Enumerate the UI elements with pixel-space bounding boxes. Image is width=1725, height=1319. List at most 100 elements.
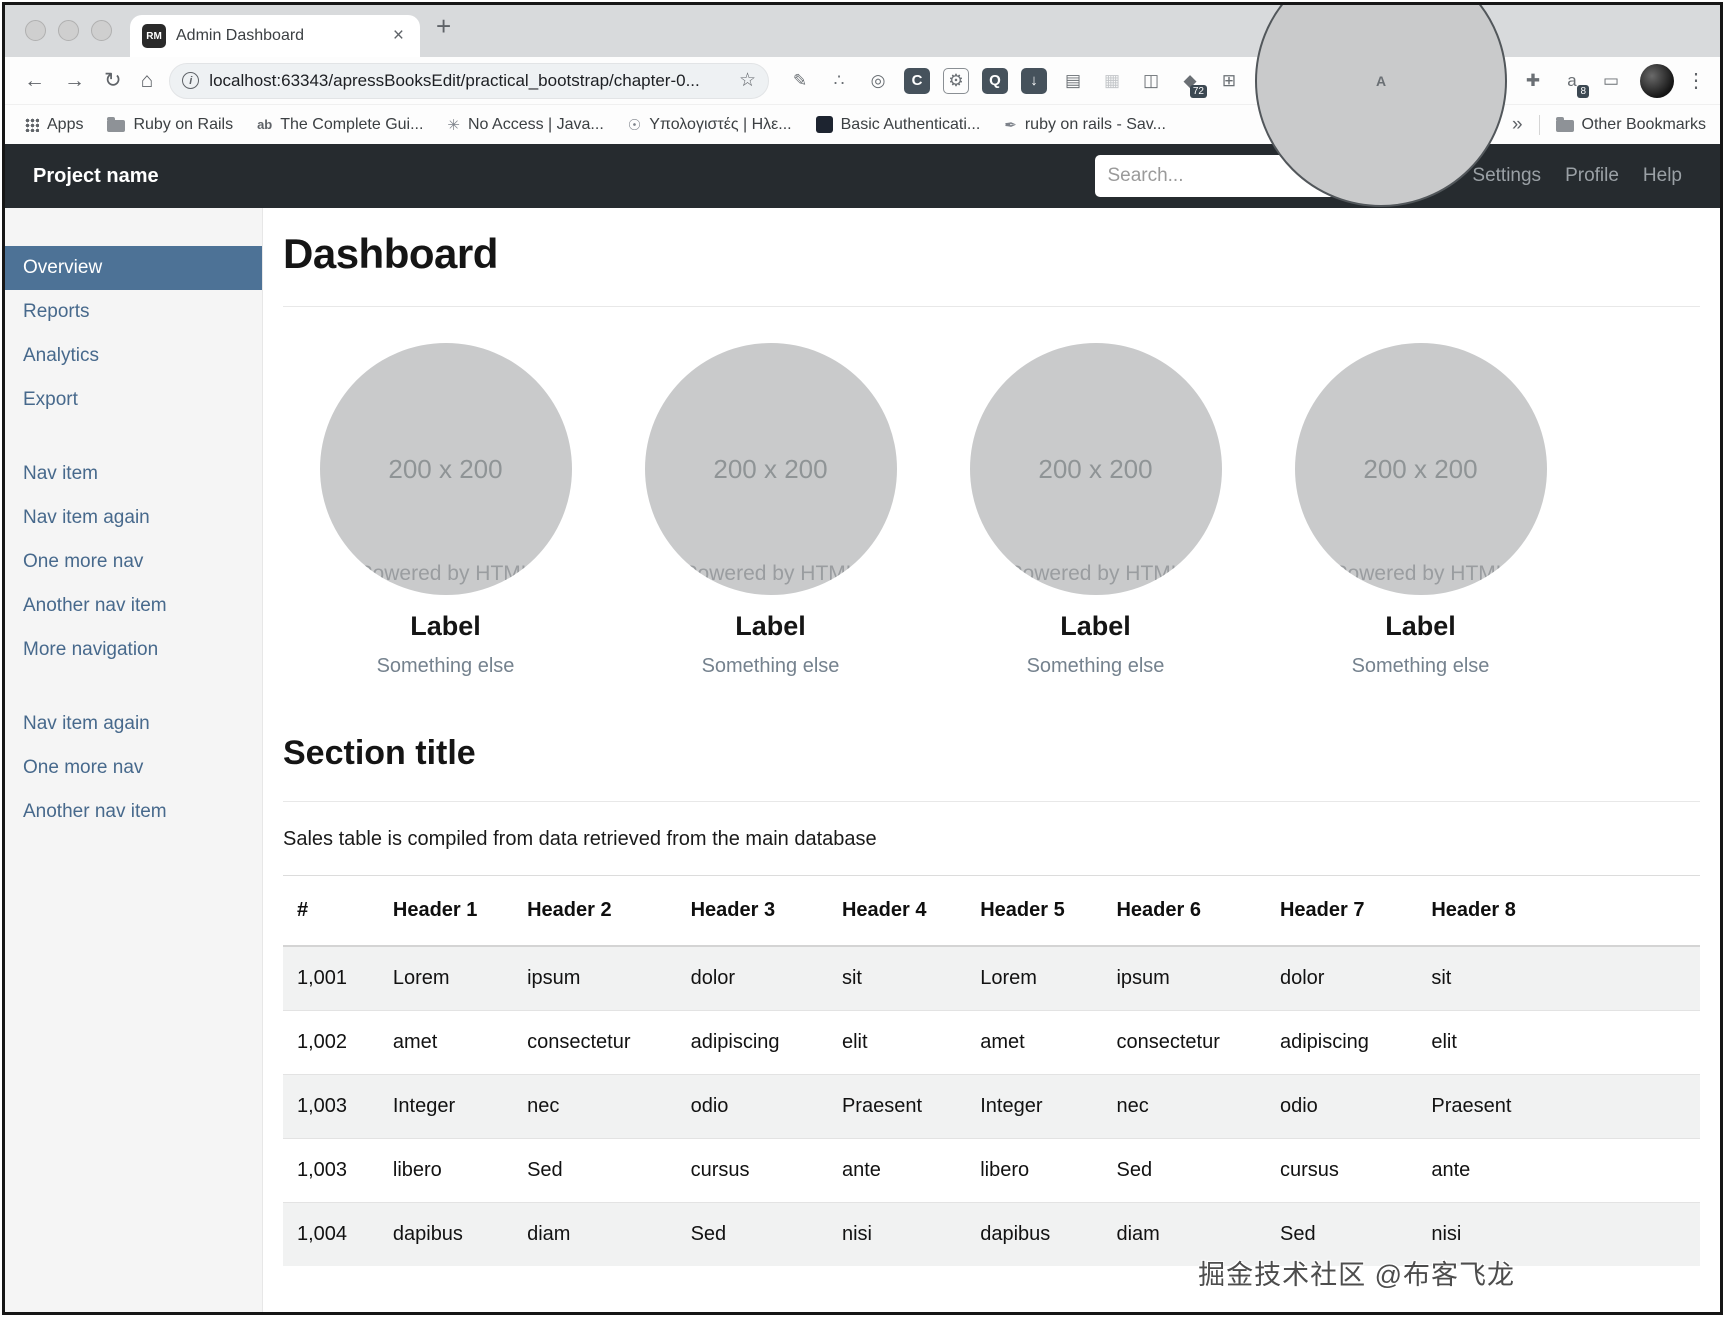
bookmark-label: Ruby on Rails (133, 115, 234, 133)
tab-close-icon[interactable]: × (389, 25, 408, 47)
table-header-cell: Header 2 (513, 875, 677, 947)
bookmark-label: ruby on rails - Sav... (1024, 115, 1166, 133)
grid-icon[interactable]: ▦ (1099, 68, 1125, 94)
pen-icon: ✒ (1004, 116, 1017, 134)
web-clipper-icon[interactable]: ⊞ (1216, 68, 1242, 94)
browser-tab[interactable]: RM Admin Dashboard × (130, 15, 420, 57)
bookmarks-right: » Other Bookmarks (1512, 114, 1720, 136)
placeholder-size-label: 200 x 200 (388, 453, 503, 484)
home-icon[interactable]: ⌂ (141, 70, 154, 91)
table-cell: ante (827, 1138, 967, 1203)
rubymine-favicon: RM (142, 24, 166, 48)
placeholder-cards: 200 x 200 Powered by HTML Label Something e… (283, 343, 1700, 678)
bookmark-item[interactable]: Apps (25, 116, 83, 134)
maximize-button[interactable] (91, 20, 112, 41)
profile-avatar[interactable] (1640, 63, 1674, 98)
table-cell: dolor (1265, 945, 1418, 1011)
new-tab-button[interactable]: + (436, 13, 451, 39)
table-header-cell: Header 4 (827, 875, 967, 947)
page-info-icon[interactable]: i (182, 72, 200, 89)
table-cell: ante (1417, 1138, 1700, 1203)
bookmarks-overflow-icon[interactable]: » (1512, 114, 1523, 136)
reading-list-icon[interactable]: ▭ (1598, 68, 1624, 94)
table-cell: diam (513, 1202, 677, 1266)
video-downloader-icon-glyph: ↓ (1030, 72, 1038, 89)
bookmark-label: Υπολογιστές | Ηλε... (649, 115, 792, 133)
share-graph-icon[interactable]: ∴ (826, 68, 852, 94)
sidebar-item[interactable]: More navigation (5, 628, 262, 672)
page-title: Dashboard (283, 230, 498, 277)
table-header-cell: # (283, 875, 379, 947)
table-cell: cursus (1265, 1138, 1418, 1203)
tag-icon[interactable]: ◆ 72 (1177, 68, 1207, 98)
table-header-cell: Header 6 (1102, 875, 1266, 947)
placeholder-card: 200 x 200 Powered by HTML Label Something e… (1258, 343, 1583, 678)
sidebar-item[interactable]: Reports (5, 290, 262, 334)
table-cell: 1,004 (283, 1202, 379, 1266)
sidebar-item[interactable]: Analytics (5, 334, 262, 378)
snowflake-icon: ✳ (447, 116, 460, 134)
table-cell: dapibus (378, 1202, 514, 1266)
sidebar-item[interactable]: Nav item again (5, 702, 262, 746)
forward-icon[interactable]: → (64, 70, 85, 91)
address-bar[interactable]: i localhost:63343/apressBooksEdit/practi… (169, 62, 769, 99)
chrome-menu-icon[interactable]: ⋮ (1686, 68, 1706, 93)
navbar-link-help[interactable]: Help (1631, 165, 1694, 187)
sidebar-item[interactable]: Another nav item (5, 584, 262, 628)
table-cell: elit (827, 1010, 967, 1075)
table-cell: Sed (513, 1138, 677, 1203)
sidebar-item[interactable]: Export (5, 378, 262, 422)
navbar-link-settings[interactable]: Settings (1460, 165, 1553, 187)
table-cell: odio (676, 1074, 828, 1139)
main-content: Dashboard 200 x 200 Powered by HTML Label S… (263, 208, 1720, 1312)
sidebar-item[interactable]: Another nav item (5, 790, 262, 834)
table-cell: cursus (676, 1138, 828, 1203)
page-body: Overview Reports Analytics Export Nav item Na… (5, 208, 1720, 1312)
sidebar-item[interactable]: One more nav (5, 746, 262, 790)
bookmark-label: Basic Authenticati... (840, 115, 981, 133)
sidebar-item[interactable]: Nav item again (5, 496, 262, 540)
table-cell: Sed (1102, 1138, 1266, 1203)
reload-icon[interactable]: ↻ (104, 70, 122, 91)
bookmark-item[interactable]: ab The Complete Gui... (257, 116, 423, 134)
bookmark-label: Apps (47, 115, 84, 133)
move-tool-icon[interactable]: ✚ (1520, 68, 1546, 94)
bookmark-item[interactable]: ☉ Υπολογιστές | Ηλε... (628, 116, 792, 134)
url-text[interactable]: localhost:63343/apressBooksEdit/practica… (209, 71, 739, 91)
bookmark-item[interactable]: Basic Authenticati... (815, 115, 981, 134)
bookmark-item[interactable]: Ruby on Rails (107, 116, 233, 134)
opera-icon-glyph: ◎ (870, 70, 886, 90)
card-label: Label (410, 611, 481, 641)
video-downloader-icon[interactable]: ↓ (1021, 67, 1047, 94)
colorzilla-icon[interactable]: C (904, 67, 930, 94)
translate-icon-badge: 8 (1577, 84, 1589, 98)
placeholder-image: 200 x 200 Powered by HTML (644, 343, 897, 595)
eyedropper-icon[interactable]: ✎ (787, 68, 813, 94)
table-header-cell: Header 8 (1417, 875, 1700, 947)
translate-icon[interactable]: a8 (1559, 68, 1589, 98)
lighthouse-icon[interactable]: Q (982, 67, 1008, 94)
chat-icon[interactable]: ◫ (1138, 68, 1164, 94)
table-description: Sales table is compiled from data retrie… (283, 828, 877, 850)
sidebar-item[interactable]: Nav item (5, 452, 262, 496)
screenshot-icon[interactable]: ▤ (1060, 68, 1086, 94)
brand[interactable]: Project name (33, 165, 159, 188)
table-cell: sit (1417, 945, 1700, 1011)
bookmark-item[interactable]: ✒ ruby on rails - Sav... (1004, 116, 1166, 134)
sidebar-item[interactable]: One more nav (5, 540, 262, 584)
back-icon[interactable]: ← (24, 70, 45, 91)
accessibility-icon-glyph: A (1375, 72, 1387, 89)
sidebar-item[interactable]: Overview (5, 246, 262, 290)
sidebar-group-0: Overview Reports Analytics Export (5, 246, 262, 422)
placeholder-size-label: 200 x 200 (1363, 453, 1478, 484)
other-bookmarks-label[interactable]: Other Bookmarks (1582, 116, 1706, 134)
extension-box-icon[interactable]: ⚙ (943, 67, 969, 94)
bookmark-star-icon[interactable]: ☆ (739, 69, 756, 92)
table-header-row: # Header 1 Header 2 Header 3 Header 4 Header … (283, 875, 1700, 947)
close-button[interactable] (25, 20, 46, 41)
grid-icon-glyph: ▦ (1103, 70, 1121, 90)
bookmark-item[interactable]: ✳ No Access | Java... (447, 116, 603, 134)
navbar-link-profile[interactable]: Profile (1553, 165, 1631, 187)
minimize-button[interactable] (58, 20, 79, 41)
opera-icon[interactable]: ◎ (865, 68, 891, 94)
